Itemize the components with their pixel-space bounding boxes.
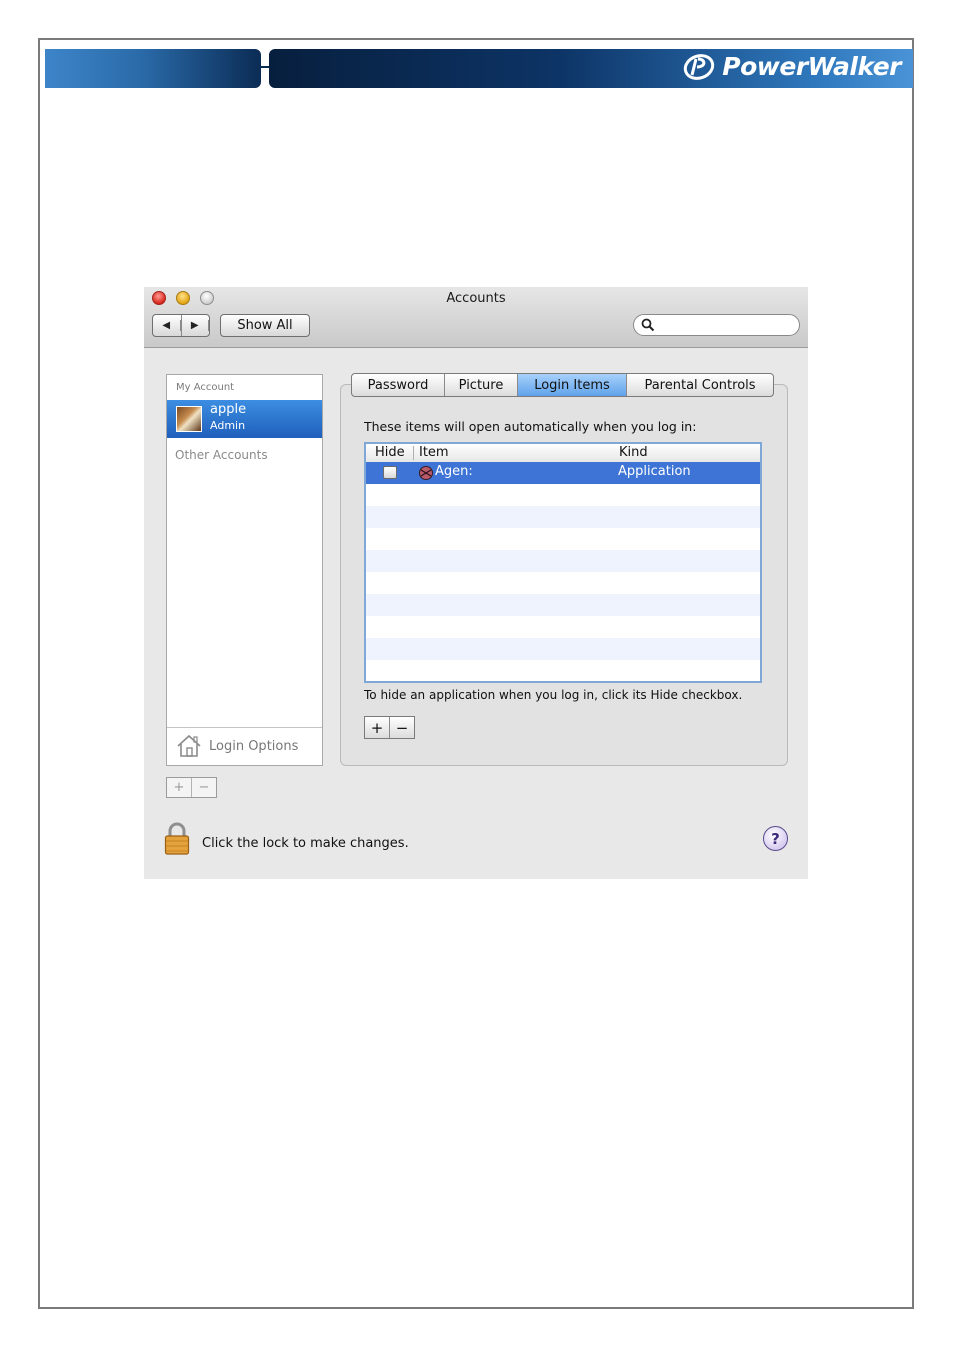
table-row[interactable]: Agen: Application [366,462,760,484]
other-accounts-header: Other Accounts [175,448,268,462]
search-icon [641,318,655,332]
column-header-hide[interactable]: Hide [375,445,405,460]
tab-parental-controls[interactable]: Parental Controls [627,374,773,396]
arrow-right-icon: ▶ [182,320,209,331]
login-item-name: Agen: [435,464,473,479]
login-items-hint: To hide an application when you log in, … [364,688,743,702]
tab-login-items[interactable]: Login Items [518,374,627,396]
back-forward-control: ◀ ▶ [152,314,210,337]
my-account-header: My Account [176,382,235,393]
search-input[interactable] [658,317,792,335]
lock-icon[interactable] [164,822,190,856]
empty-row [366,638,760,660]
add-account-button[interactable]: + [167,778,192,797]
empty-row [366,594,760,616]
tab-password[interactable]: Password [352,374,445,396]
tab-bar: Password Picture Login Items Parental Co… [351,373,774,397]
column-header-kind[interactable]: Kind [619,445,648,460]
remove-account-button[interactable]: − [192,778,216,797]
add-login-item-button[interactable]: + [365,717,390,738]
lock-message: Click the lock to make changes. [202,836,409,851]
search-field[interactable] [633,314,800,336]
show-all-button[interactable]: Show All [220,314,310,337]
empty-row [366,484,760,506]
remove-login-item-button[interactable]: − [390,717,414,738]
header-banner-left [45,49,261,88]
table-header: Hide Item Kind [366,444,760,463]
header-banner-right: PowerWalker [269,49,913,88]
arrow-left-icon: ◀ [153,320,181,331]
empty-row [366,660,760,681]
powerwalker-logo-icon [684,53,715,80]
user-role: Admin [210,419,246,432]
empty-row [366,572,760,594]
accounts-window: Accounts ◀ ▶ Show All My Account apple A… [144,287,808,879]
sidebar-item-apple[interactable]: apple Admin [167,400,322,438]
login-item-kind: Application [618,464,691,479]
help-icon: ? [771,829,780,848]
login-items-description: These items will open automatically when… [364,419,697,434]
login-item-add-remove-control: + − [364,716,415,739]
empty-row [366,506,760,528]
avatar [176,406,202,432]
column-header-item[interactable]: Item [419,445,449,460]
user-name: apple [210,402,247,417]
brand-logo: PowerWalker [682,52,901,81]
empty-row [366,528,760,550]
account-add-remove-control: + − [166,777,217,798]
window-toolbar: Accounts ◀ ▶ Show All [144,287,808,348]
brand-name: PowerWalker [722,52,901,81]
login-options-item[interactable]: Login Options [167,727,322,765]
column-divider [413,446,414,460]
help-button[interactable]: ? [763,826,788,851]
hide-checkbox[interactable] [383,466,397,479]
forward-button[interactable]: ▶ [182,315,209,336]
accounts-sidebar: My Account apple Admin Other Accounts Lo… [166,374,323,766]
login-options-label: Login Options [209,739,299,754]
application-icon [419,466,433,480]
home-icon [177,734,201,757]
back-button[interactable]: ◀ [153,315,182,336]
login-items-table[interactable]: Hide Item Kind Agen: Application [364,442,762,683]
empty-row [366,616,760,638]
tab-picture[interactable]: Picture [445,374,518,396]
empty-row [366,550,760,572]
window-title: Accounts [446,291,506,306]
